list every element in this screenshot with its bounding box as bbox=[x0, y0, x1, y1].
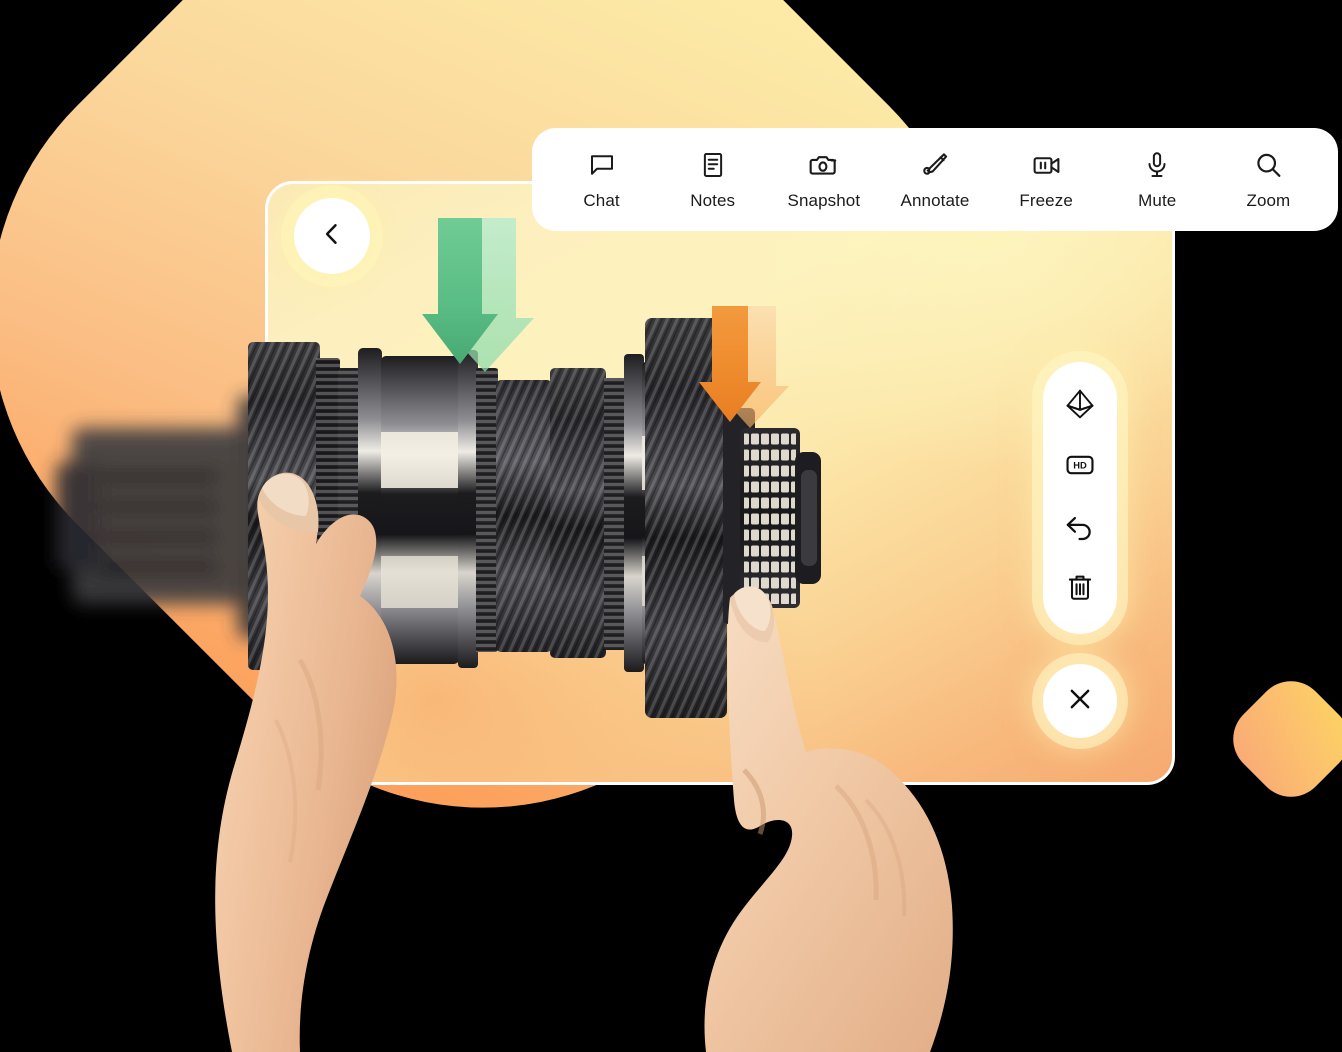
close-x-icon bbox=[1066, 685, 1094, 718]
video-pause-icon bbox=[1031, 148, 1062, 182]
toolbar-label-annotate: Annotate bbox=[900, 191, 970, 210]
chat-bubble-icon bbox=[587, 148, 617, 182]
toolbar-item-annotate[interactable]: Annotate bbox=[883, 148, 987, 211]
notes-document-icon bbox=[698, 148, 728, 182]
toolbar-label-notes: Notes bbox=[690, 191, 736, 210]
rail-item-undo[interactable] bbox=[1058, 507, 1102, 551]
card-gradient-wash bbox=[268, 184, 1172, 782]
toolbar-item-freeze[interactable]: Freeze bbox=[994, 148, 1098, 211]
annotation-arrow-orange[interactable] bbox=[694, 302, 789, 444]
undo-arrow-icon bbox=[1063, 509, 1097, 548]
toolbar-label-mute: Mute bbox=[1138, 191, 1177, 210]
toolbar-label-chat: Chat bbox=[583, 191, 620, 210]
toolbar-item-mute[interactable]: Mute bbox=[1105, 148, 1209, 211]
ar-tools-rail: HD bbox=[1043, 362, 1117, 634]
toolbar-item-notes[interactable]: Notes bbox=[661, 148, 765, 211]
annotation-arrow-green[interactable] bbox=[414, 212, 534, 392]
back-button[interactable] bbox=[294, 198, 370, 274]
chevron-left-icon bbox=[318, 220, 346, 253]
pen-annotate-icon bbox=[919, 148, 950, 182]
toolbar-item-chat[interactable]: Chat bbox=[550, 148, 654, 211]
toolbar-label-freeze: Freeze bbox=[1019, 191, 1073, 210]
background-diamond-small bbox=[1218, 666, 1342, 812]
microphone-icon bbox=[1142, 148, 1172, 182]
ar-action-toolbar: Chat Notes Snapshot Annotate Freeze Mute… bbox=[532, 128, 1338, 231]
screen-root: Chat Notes Snapshot Annotate Freeze Mute… bbox=[0, 0, 1342, 1052]
toolbar-label-snapshot: Snapshot bbox=[787, 191, 861, 210]
ar-viewport-card bbox=[265, 181, 1175, 785]
close-session-button[interactable] bbox=[1043, 664, 1117, 738]
toolbar-item-zoom[interactable]: Zoom bbox=[1216, 148, 1320, 211]
rail-item-hd[interactable]: HD bbox=[1058, 446, 1102, 490]
octahedron-3d-icon bbox=[1063, 387, 1097, 426]
camera-icon bbox=[808, 148, 840, 182]
toolbar-item-snapshot[interactable]: Snapshot bbox=[772, 148, 876, 211]
toolbar-label-zoom: Zoom bbox=[1246, 191, 1291, 210]
trash-can-icon bbox=[1064, 571, 1096, 608]
svg-text:HD: HD bbox=[1073, 461, 1087, 471]
rail-item-delete[interactable] bbox=[1058, 568, 1102, 612]
rail-item-model-3d[interactable] bbox=[1058, 385, 1102, 429]
magnifier-icon bbox=[1253, 148, 1284, 182]
hd-badge-icon: HD bbox=[1063, 448, 1097, 487]
